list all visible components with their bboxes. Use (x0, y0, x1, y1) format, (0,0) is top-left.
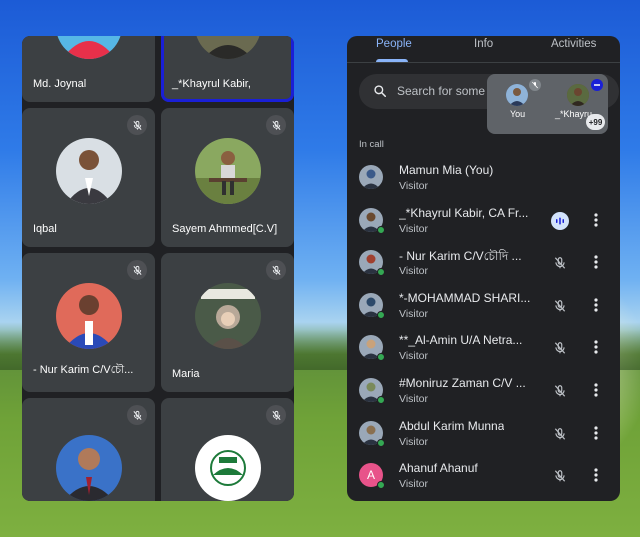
in-call-label: In call (359, 139, 384, 150)
tile-name: - Nur Karim C/Vচৌ... (33, 364, 134, 376)
online-indicator (377, 481, 385, 490)
participant-row[interactable]: _*Khayrul Kabir, CA Fr... Visitor (347, 199, 620, 241)
participant-name: Mamun Mia (You) (399, 163, 494, 177)
mic-off-icon (127, 260, 147, 280)
participant-name: #Moniruz Zaman C/V ... (399, 376, 526, 390)
participant-role: Visitor (399, 265, 428, 278)
mic-off-icon (127, 115, 147, 135)
participant-name: Ahanuf Ahanuf (399, 461, 478, 476)
you-avatar (506, 84, 528, 106)
mic-off-icon (266, 115, 286, 135)
participant-role: Visitor (399, 180, 428, 192)
tile-name: Maria (172, 368, 200, 380)
search-icon (373, 84, 387, 103)
khayrul-overlay-avatar (567, 84, 589, 106)
avatar-man-suit (55, 137, 122, 204)
video-tile[interactable] (22, 398, 155, 501)
participant-role: Visitor (399, 350, 428, 363)
participant-row[interactable]: Mamun Mia (You) Visitor (347, 156, 620, 198)
participant-row[interactable]: A Ahanuf Ahanuf Visitor (347, 454, 620, 496)
mic-off-icon (266, 260, 286, 280)
mic-off-icon[interactable] (551, 425, 569, 443)
more-options-icon[interactable] (589, 424, 603, 442)
more-options-icon[interactable] (589, 211, 603, 229)
tab-info[interactable]: Info (474, 38, 493, 50)
video-tile[interactable]: Md. Joynal (22, 36, 155, 102)
video-grid: Md. Joynal _*Khayrul Kabir, Iqbal Sayem Ahm… (22, 36, 294, 501)
participant-row[interactable]: Abdul Karim Munna Visitor (347, 412, 620, 454)
avatar-man-tie (55, 435, 122, 501)
people-panel: People Info Activities You _*Khayru +99 … (347, 36, 620, 501)
speaking-icon (591, 79, 603, 91)
participant-avatar (359, 165, 383, 189)
mic-off-icon (127, 405, 147, 425)
online-indicator (377, 353, 385, 362)
participant-name: Abdul Karim Munna (399, 418, 505, 433)
participant-row[interactable]: *-MOHAMMAD SHARI... Visitor (347, 284, 620, 326)
speaking-icon (551, 211, 569, 230)
more-options-icon[interactable] (589, 296, 603, 314)
more-options-icon[interactable] (589, 253, 603, 271)
participant-role: Visitor (399, 222, 428, 235)
panel-tabs: People Info Activities (347, 36, 620, 62)
mic-off-icon[interactable] (551, 382, 569, 400)
mic-off-icon (266, 405, 286, 425)
you-label: You (510, 109, 526, 119)
video-tile[interactable]: - Nur Karim C/Vচৌ... (22, 253, 155, 392)
avatar-red-shirt (55, 36, 122, 59)
tab-people[interactable]: People (376, 38, 412, 50)
video-tile[interactable]: Sayem Ahmmed[C.V] (161, 108, 294, 247)
mic-off-icon[interactable] (551, 339, 569, 357)
video-tile[interactable]: _*Khayrul Kabir, (161, 36, 294, 102)
participant-role: Visitor (399, 478, 428, 491)
participant-row[interactable]: - Nur Karim C/Vচৌদি ... Visitor (347, 241, 620, 283)
online-indicator (377, 310, 385, 319)
participant-name: **_Al-Amin U/A Netra... (399, 333, 523, 348)
avatar-logo (194, 435, 261, 501)
tab-divider (347, 62, 620, 63)
more-participants-count: +99 (586, 114, 605, 130)
participant-role: Visitor (399, 435, 428, 448)
tile-name: Md. Joynal (33, 78, 87, 90)
participant-role: Visitor (399, 307, 428, 320)
you-muted-icon (529, 79, 541, 91)
participant-role: Visitor (399, 393, 428, 405)
participant-row[interactable]: #Moniruz Zaman C/V ... Visitor (347, 369, 620, 411)
self-view-overlay[interactable]: You _*Khayru +99 (487, 74, 608, 134)
more-options-icon[interactable] (589, 338, 603, 356)
online-indicator (377, 438, 385, 447)
avatar-hijab (194, 282, 261, 349)
mic-off-icon[interactable] (551, 297, 569, 315)
search-input[interactable] (397, 82, 487, 100)
video-tile[interactable] (161, 398, 294, 501)
avatar-man (194, 36, 261, 59)
more-options-icon[interactable] (589, 381, 603, 399)
avatar-man-bench (194, 137, 261, 204)
online-indicator (377, 268, 385, 277)
mic-off-icon[interactable] (551, 254, 569, 272)
participant-row[interactable]: **_Al-Amin U/A Netra... Visitor (347, 326, 620, 368)
mic-off-icon[interactable] (551, 467, 569, 485)
online-indicator (377, 396, 385, 404)
participant-name: *-MOHAMMAD SHARI... (399, 290, 531, 305)
tile-name: Sayem Ahmmed[C.V] (172, 223, 278, 235)
avatar-man-blue (55, 282, 122, 349)
tile-name: Iqbal (33, 223, 57, 235)
tab-activities[interactable]: Activities (551, 38, 596, 50)
more-options-icon[interactable] (589, 466, 603, 484)
tile-name: _*Khayrul Kabir, (172, 78, 251, 90)
video-tile[interactable]: Iqbal (22, 108, 155, 247)
video-tile[interactable]: Maria (161, 253, 294, 392)
online-indicator (377, 225, 385, 234)
participant-name: _*Khayrul Kabir, CA Fr... (399, 205, 529, 220)
